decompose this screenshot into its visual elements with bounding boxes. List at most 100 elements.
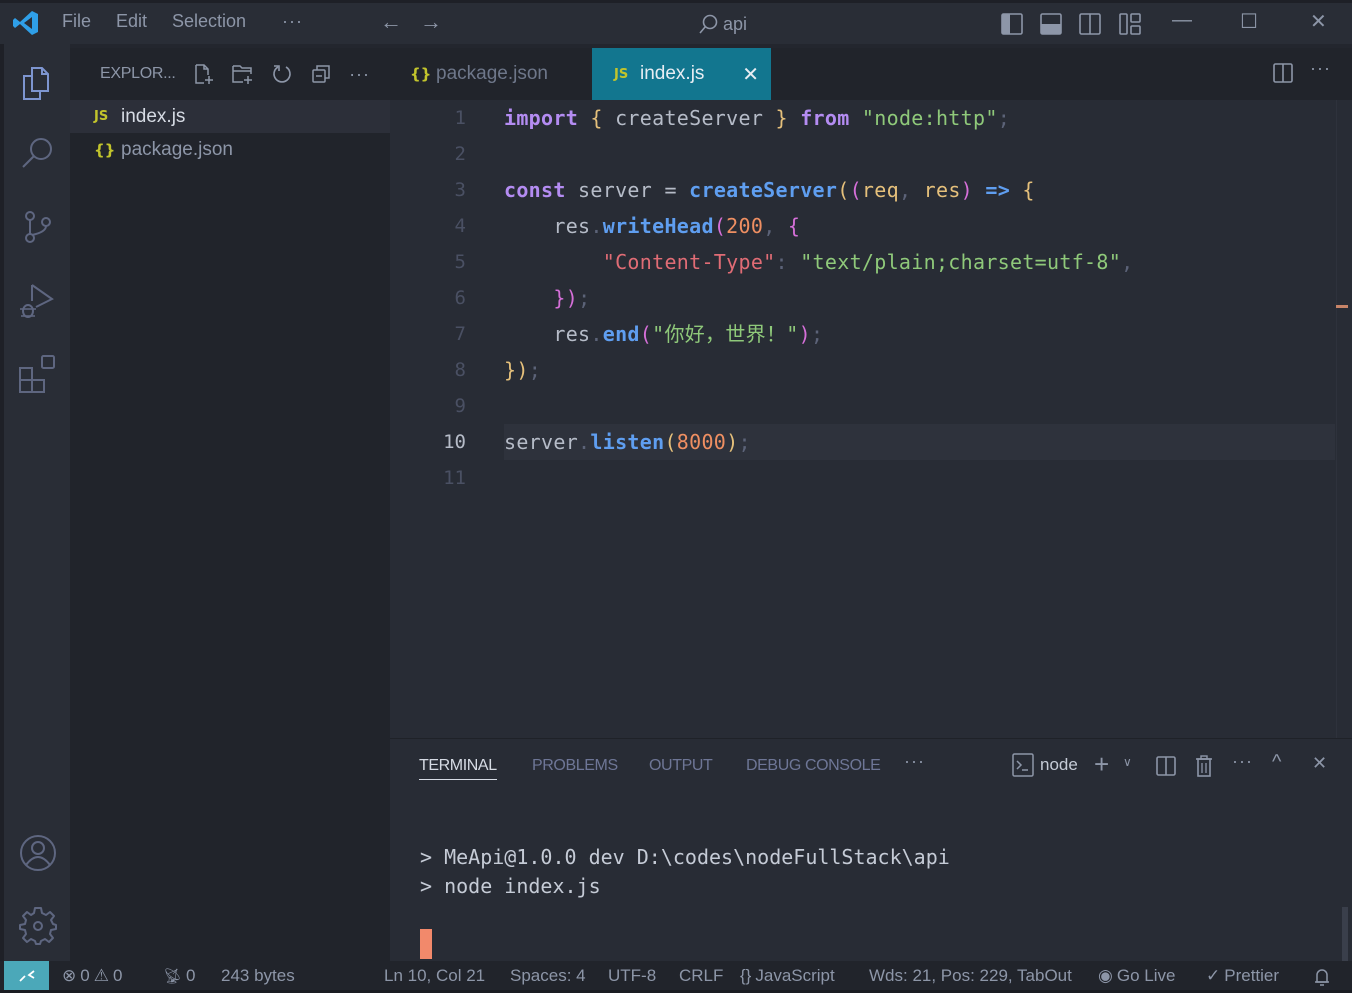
toggle-primary-sidebar-icon[interactable] (1000, 12, 1024, 36)
new-folder-button[interactable] (231, 62, 255, 86)
cursor-position[interactable]: Ln 10, Col 21 (384, 966, 485, 986)
prettier-status[interactable]: ✓ Prettier (1206, 966, 1279, 986)
terminal-name: node (1040, 755, 1078, 774)
code-editor[interactable]: 1 import { createServer } from "node:htt… (390, 100, 1352, 738)
split-terminal-icon[interactable] (1155, 755, 1177, 777)
account-icon[interactable] (18, 833, 58, 873)
js-file-icon: JS (614, 66, 629, 82)
code-line: 5 "Content-Type": "text/plain;charset=ut… (390, 244, 1335, 280)
toggle-panel-icon[interactable] (1039, 12, 1063, 36)
code-line: 11 (390, 460, 1335, 496)
minimize-button[interactable]: — (1172, 9, 1192, 32)
indentation[interactable]: Spaces: 4 (510, 966, 586, 986)
title-bar: File Edit Selection ··· ← → api — ☐ ✕ (0, 0, 1352, 44)
code-line: 1 import { createServer } from "node:htt… (390, 100, 1335, 136)
code-line: 9 (390, 388, 1335, 424)
tab-label: package.json (436, 63, 548, 84)
menu-more[interactable]: ··· (282, 11, 303, 32)
ports-status[interactable]: 📡︎ 0 (163, 966, 196, 986)
close-window-button[interactable]: ✕ (1310, 9, 1327, 34)
terminal-line: > MeApi@1.0.0 dev D:\codes\nodeFullStack… (420, 845, 950, 869)
error-icon: ⊗ (62, 966, 77, 985)
search-icon (699, 14, 718, 34)
warning-icon: ⚠ (93, 966, 109, 985)
menu-file[interactable]: File (62, 11, 91, 32)
file-size: 243 bytes (221, 966, 295, 985)
panel-tab-problems[interactable]: PROBLEMS (532, 757, 618, 775)
run-debug-icon[interactable] (18, 281, 58, 321)
line-number: 7 (454, 323, 466, 345)
line-code: }); (553, 286, 591, 310)
file-name: package.json (121, 138, 233, 160)
collapse-all-icon (311, 65, 330, 83)
command-center-label: api (723, 13, 748, 34)
refresh-explorer-button[interactable] (270, 62, 294, 86)
encoding[interactable]: UTF-8 (608, 966, 656, 986)
search-icon[interactable] (18, 134, 58, 174)
word-count[interactable]: Wds: 21, Pos: 229, TabOut (869, 966, 1072, 986)
overview-ruler-marker (1336, 305, 1348, 308)
collapse-folders-button[interactable] (309, 62, 333, 86)
command-center[interactable]: api (697, 9, 747, 39)
panel-tab-debug-console[interactable]: DEBUG CONSOLE (746, 757, 881, 775)
problems-status[interactable]: ⊗ 0 ⚠ 0 (62, 966, 122, 986)
code-line: 2 (390, 136, 1335, 172)
line-number: 1 (454, 107, 466, 129)
terminal-dropdown-icon[interactable]: ∨ (1123, 755, 1132, 769)
files-icon[interactable] (18, 64, 58, 104)
terminal-line: > node index.js (420, 874, 601, 898)
line-number: 2 (454, 143, 466, 165)
new-file-button[interactable] (192, 62, 216, 86)
extensions-icon[interactable] (18, 354, 58, 394)
maximize-panel-icon[interactable]: ^ (1272, 751, 1281, 774)
json-file-icon: {} (410, 65, 432, 83)
code-line: 8 }); (390, 352, 1335, 388)
notifications-bell-icon[interactable] (1312, 967, 1332, 987)
kill-terminal-trash-icon[interactable] (1193, 754, 1215, 778)
code-line: 4 res.writeHead(200, { (390, 208, 1335, 244)
terminal-scrollbar[interactable] (1342, 907, 1348, 962)
ports-count: 0 (186, 966, 196, 985)
toggle-secondary-sidebar-icon[interactable] (1078, 12, 1102, 36)
editor-scrollbar[interactable] (1336, 100, 1352, 738)
customize-layout-icon[interactable] (1118, 12, 1142, 36)
panel-tab-terminal[interactable]: TERMINAL (419, 757, 497, 780)
editor-tab-bar: {} package.json JS index.js ✕ ··· (390, 48, 1352, 100)
tab-package-json[interactable]: {} package.json (390, 48, 592, 100)
line-code: "Content-Type": "text/plain;charset=utf-… (602, 250, 1134, 274)
editor-more-actions-button[interactable]: ··· (1310, 58, 1331, 79)
close-panel-icon[interactable]: ✕ (1312, 753, 1327, 774)
broadcast-icon: ◉ (1098, 966, 1113, 985)
close-tab-icon[interactable]: ✕ (742, 62, 759, 87)
line-code: res.end("你好，世界！"); (504, 322, 824, 346)
go-back-button[interactable]: ← (380, 9, 402, 35)
line-number: 11 (443, 467, 466, 489)
line-code: const server = createServer((req, res) =… (504, 178, 1035, 202)
maximize-button[interactable]: ☐ (1240, 9, 1258, 34)
split-editor-icon[interactable] (1272, 62, 1294, 84)
explorer-file-package-json[interactable]: {} package.json (70, 133, 390, 166)
line-number: 8 (454, 359, 466, 381)
go-live-button[interactable]: ◉ Go Live (1098, 966, 1175, 986)
line-code: import { createServer } from "node:http"… (504, 106, 1011, 130)
end-of-line[interactable]: CRLF (679, 966, 723, 986)
terminal-selector[interactable]: node (1012, 753, 1078, 777)
language-mode[interactable]: {} JavaScript (740, 966, 835, 986)
tab-index-js[interactable]: JS index.js ✕ (592, 48, 771, 100)
terminal-more-button[interactable]: ··· (1232, 751, 1253, 772)
go-forward-button[interactable]: → (420, 9, 442, 35)
terminal-cursor (420, 929, 432, 959)
json-file-icon: {} (94, 140, 116, 159)
line-code: }); (504, 358, 542, 382)
menu-edit[interactable]: Edit (116, 11, 147, 32)
gear-icon[interactable] (18, 905, 58, 945)
panel-tab-output[interactable]: OUTPUT (649, 757, 713, 775)
status-bar: ⊗ 0 ⚠ 0 📡︎ 0 243 bytes Ln 10, Col 21 Spa… (0, 961, 1352, 993)
explorer-more-button[interactable]: ··· (348, 62, 372, 86)
new-terminal-button[interactable]: + (1094, 749, 1109, 780)
menu-selection[interactable]: Selection (172, 11, 246, 32)
remote-indicator-button[interactable] (4, 961, 49, 990)
panel-more-button[interactable]: ··· (904, 751, 925, 772)
explorer-file-index-js[interactable]: JS index.js (70, 100, 390, 133)
source-control-icon[interactable] (18, 207, 58, 247)
